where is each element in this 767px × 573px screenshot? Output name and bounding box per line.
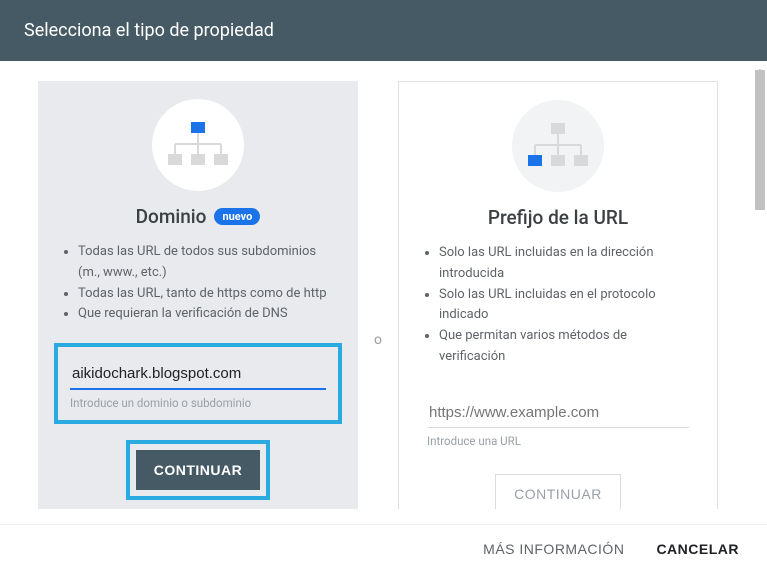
dialog-title: Selecciona el tipo de propiedad xyxy=(24,20,274,41)
cancel-button[interactable]: CANCELAR xyxy=(656,541,739,557)
dialog-header: Selecciona el tipo de propiedad xyxy=(0,0,767,61)
dialog-content: Dominio nuevo Todas las URL de todos sus… xyxy=(0,61,767,509)
url-bullets: Solo las URL incluidas en la dirección i… xyxy=(399,243,717,368)
domain-bullet: Que requieran la verificación de DNS xyxy=(78,304,332,325)
url-input-helper: Introduce una URL xyxy=(427,434,689,448)
sitemap-icon xyxy=(168,122,228,168)
property-card-domain[interactable]: Dominio nuevo Todas las URL de todos sus… xyxy=(38,81,358,509)
domain-continue-button[interactable]: CONTINUAR xyxy=(136,450,261,490)
url-bullet: Solo las URL incluidas en el protocolo i… xyxy=(439,285,691,327)
domain-bullet: Todas las URL, tanto de https como de ht… xyxy=(78,284,332,305)
url-input-wrap: Introduce una URL xyxy=(415,386,701,458)
domain-input-highlight: Introduce un dominio o subdominio xyxy=(54,343,342,424)
domain-icon-circle xyxy=(152,99,244,191)
url-icon-circle xyxy=(512,100,604,192)
more-info-button[interactable]: MÁS INFORMACIÓN xyxy=(483,541,624,557)
url-input[interactable] xyxy=(427,398,689,428)
domain-continue-highlight: CONTINUAR xyxy=(126,440,271,500)
url-bullet: Que permitan varios métodos de verificac… xyxy=(439,326,691,368)
domain-card-title: Dominio xyxy=(136,205,207,228)
scrollbar-thumb[interactable] xyxy=(755,70,765,210)
domain-bullets: Todas las URL de todos sus subdominios (… xyxy=(38,242,358,325)
property-card-url-prefix[interactable]: Prefijo de la URL Solo las URL incluidas… xyxy=(398,81,718,509)
url-card-title-row: Prefijo de la URL xyxy=(488,206,628,229)
domain-input[interactable] xyxy=(70,359,326,390)
url-bullet: Solo las URL incluidas en la dirección i… xyxy=(439,243,691,285)
domain-bullet: Todas las URL de todos sus subdominios (… xyxy=(78,242,332,284)
domain-input-helper: Introduce un dominio o subdominio xyxy=(70,396,326,410)
sitemap-icon xyxy=(528,123,588,169)
dialog-footer: MÁS INFORMACIÓN CANCELAR xyxy=(0,524,767,573)
new-badge: nuevo xyxy=(214,208,260,225)
domain-card-title-row: Dominio nuevo xyxy=(136,205,261,228)
or-divider: o xyxy=(358,332,398,348)
url-card-title: Prefijo de la URL xyxy=(488,206,628,229)
url-continue-button[interactable]: CONTINUAR xyxy=(495,474,621,509)
